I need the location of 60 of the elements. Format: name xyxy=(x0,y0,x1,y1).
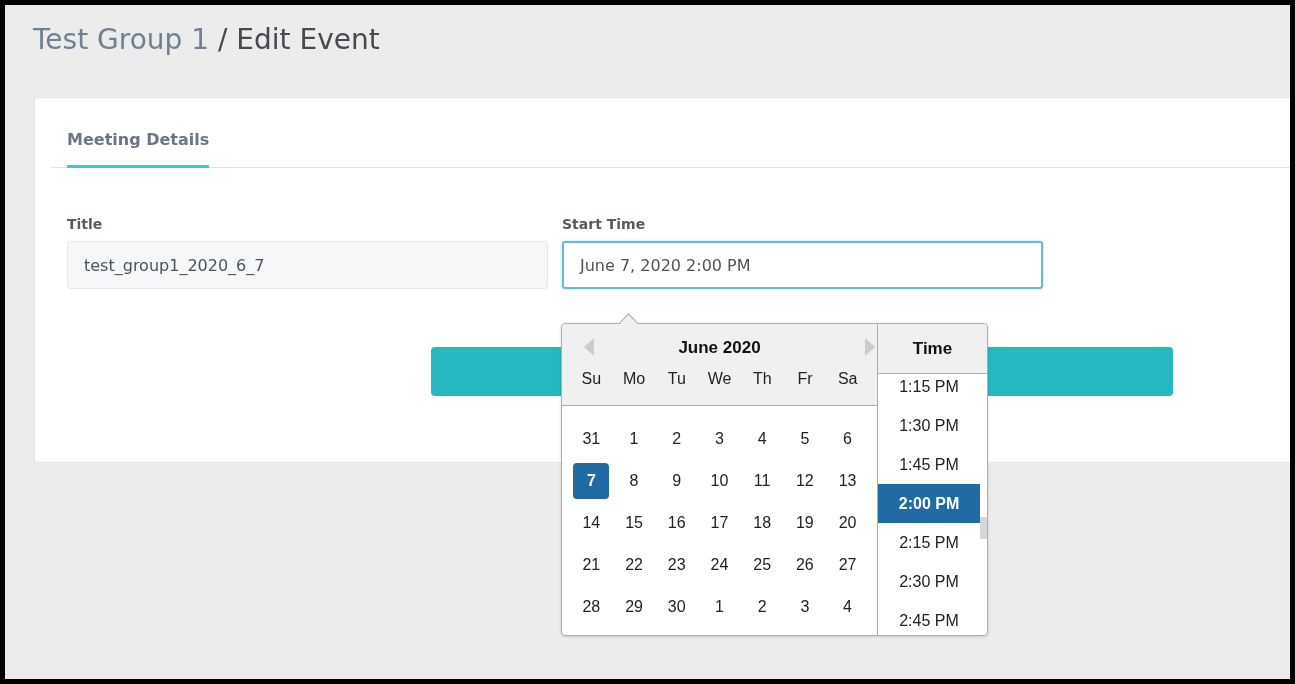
calendar-day[interactable]: 6 xyxy=(829,421,866,457)
time-option[interactable]: 1:15 PM xyxy=(878,374,980,406)
tab[interactable]: Meeting Details xyxy=(67,130,210,168)
time-option[interactable]: 2:15 PM xyxy=(878,523,980,562)
time-header: Time xyxy=(878,324,987,374)
next-month-icon[interactable] xyxy=(865,338,875,356)
calendar-day[interactable]: 16 xyxy=(658,505,695,541)
field-label: Start Time xyxy=(562,216,647,232)
calendar-day[interactable]: 11 xyxy=(744,463,781,499)
time-option[interactable]: 2:00 PM xyxy=(878,484,980,523)
calendar-day[interactable]: 18 xyxy=(744,505,781,541)
calendar-day[interactable]: 27 xyxy=(829,547,866,583)
field-label: Title xyxy=(67,216,104,232)
calendar-day[interactable]: 19 xyxy=(786,505,823,541)
input-field[interactable]: test_group1_2020_6_7 xyxy=(67,241,548,289)
calendar-day[interactable]: 15 xyxy=(616,505,653,541)
calendar-day[interactable]: 26 xyxy=(786,547,823,583)
calendar-day[interactable]: 4 xyxy=(829,589,866,625)
previous-month-icon[interactable] xyxy=(584,338,594,356)
calendar-day[interactable]: 3 xyxy=(786,589,823,625)
calendar-day[interactable]: 9 xyxy=(658,463,695,499)
calendar-day[interactable]: 25 xyxy=(744,547,781,583)
calendar-day[interactable]: 12 xyxy=(786,463,823,499)
calendar-day[interactable]: 30 xyxy=(658,589,695,625)
month-label: June 2020 xyxy=(678,338,761,358)
time-option[interactable]: 2:45 PM xyxy=(878,601,980,635)
calendar-day[interactable]: 14 xyxy=(573,505,610,541)
calendar-day[interactable]: 29 xyxy=(616,589,653,625)
calendar-day[interactable]: 22 xyxy=(616,547,653,583)
calendar-day[interactable]: 31 xyxy=(573,421,610,457)
weekday-label: We xyxy=(706,370,733,388)
weekday-label: Mo xyxy=(621,370,647,388)
input-field[interactable]: June 7, 2020 2:00 PM xyxy=(562,241,1043,289)
calendar-day[interactable]: 21 xyxy=(573,547,610,583)
calendar-day[interactable]: 1 xyxy=(701,589,738,625)
calendar-day[interactable]: 5 xyxy=(786,421,823,457)
calendar-day[interactable]: 17 xyxy=(701,505,738,541)
calendar-day[interactable]: 4 xyxy=(744,421,781,457)
weekday-label: Sa xyxy=(836,370,859,388)
calendar-day[interactable]: 2 xyxy=(744,589,781,625)
page-title: / Edit Event xyxy=(218,23,380,56)
calendar-day[interactable]: 2 xyxy=(658,421,695,457)
calendar-day[interactable]: 10 xyxy=(701,463,738,499)
calendar-day[interactable]: 8 xyxy=(616,463,653,499)
calendar-day[interactable]: 13 xyxy=(829,463,866,499)
time-option[interactable]: 1:30 PM xyxy=(878,406,980,445)
weekday-label: Th xyxy=(751,370,773,388)
time-option[interactable]: 1:45 PM xyxy=(878,445,980,484)
calendar-day[interactable]: 24 xyxy=(701,547,738,583)
calendar-day[interactable]: 28 xyxy=(573,589,610,625)
calendar-day[interactable]: 20 xyxy=(829,505,866,541)
scrollbar-thumb[interactable] xyxy=(980,517,987,539)
weekday-label: Tu xyxy=(666,370,687,388)
calendar-day[interactable]: 3 xyxy=(701,421,738,457)
time-option[interactable]: 2:30 PM xyxy=(878,562,980,601)
calendar-day[interactable]: 23 xyxy=(658,547,695,583)
calendar-day[interactable]: 7 xyxy=(573,463,610,499)
calendar-day[interactable]: 1 xyxy=(616,421,653,457)
weekday-label: Fr xyxy=(796,370,814,388)
weekday-label: Su xyxy=(580,370,603,388)
